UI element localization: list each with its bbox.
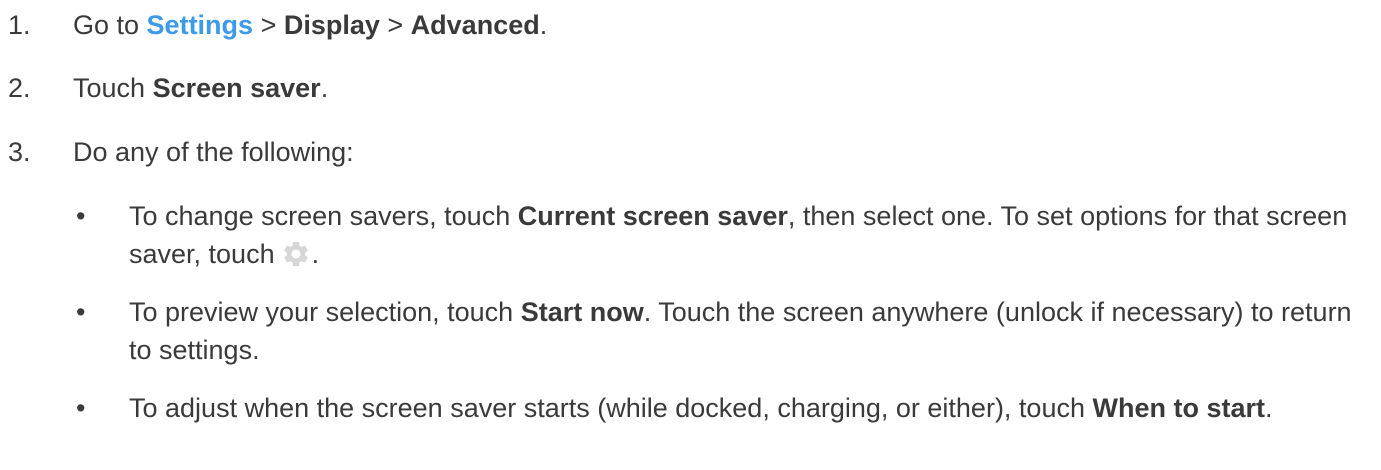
bullet-text-part: . [311, 239, 320, 269]
step-text: Touch Screen saver. [73, 69, 328, 107]
breadcrumb-separator: > [253, 10, 284, 40]
bullet-dot: • [76, 201, 86, 231]
step-text: Go to Settings > Display > Advanced. [73, 6, 547, 44]
bullet-text-part: . [1264, 393, 1273, 423]
breadcrumb-separator: > [379, 10, 411, 40]
bullet-dot: • [76, 297, 86, 327]
bullet-text: To preview your selection, touch Start n… [129, 293, 1354, 369]
when-to-start-label: When to start [1092, 393, 1265, 423]
step-number: 1. [8, 10, 31, 40]
current-screen-saver-label: Current screen saver [517, 201, 788, 231]
gear-icon [281, 239, 311, 269]
settings-link[interactable]: Settings [147, 10, 254, 40]
step-suffix: . [539, 10, 548, 40]
bullet-text-part: To preview your selection, touch [129, 297, 521, 327]
screen-saver-label: Screen saver [152, 73, 321, 103]
bullet-dot: • [76, 393, 86, 423]
step-number: 3. [8, 137, 31, 167]
step-prefix: Touch [73, 73, 153, 103]
step-suffix: . [320, 73, 329, 103]
instructions: 1. Go to Settings > Display > Advanced. … [0, 0, 1381, 470]
step-text: Do any of the following: [73, 137, 354, 167]
advanced-label: Advanced [410, 10, 540, 40]
step-number: 2. [8, 73, 31, 103]
step-prefix: Go to [73, 10, 147, 40]
start-now-label: Start now [520, 297, 644, 327]
bullet-text-part: To adjust when the screen saver starts (… [129, 393, 1093, 423]
bullet-text: To adjust when the screen saver starts (… [129, 389, 1354, 427]
bullet-text: To change screen savers, touch Current s… [129, 197, 1354, 273]
bullet-text-part: To change screen savers, touch [129, 201, 518, 231]
display-label: Display [283, 10, 380, 40]
